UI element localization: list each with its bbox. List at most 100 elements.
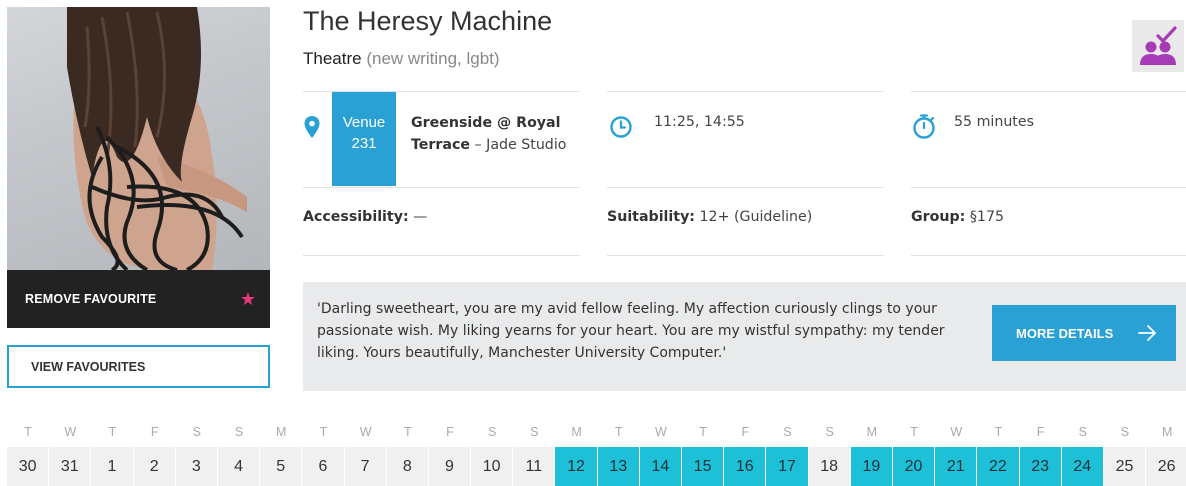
calendar-date: 30 bbox=[7, 447, 50, 486]
venue-number: 231 bbox=[351, 135, 377, 152]
calendar-date: 11 bbox=[513, 447, 556, 486]
calendar-weekday: S bbox=[192, 425, 202, 439]
calendar-date: 26 bbox=[1146, 447, 1186, 486]
calendar-date-performing[interactable]: 16 bbox=[724, 447, 767, 486]
accessibility-label: Accessibility: bbox=[303, 209, 409, 225]
calendar-weekday: S bbox=[234, 425, 244, 439]
calendar-date: 7 bbox=[344, 447, 387, 486]
view-favourites-label: VIEW FAVOURITES bbox=[31, 359, 146, 374]
calendar-date: 5 bbox=[260, 447, 303, 486]
clock-icon bbox=[610, 116, 632, 138]
show-blurb: 'Darling sweetheart, you are my avid fel… bbox=[317, 301, 945, 361]
venue-label: Venue bbox=[342, 114, 386, 131]
calendar-weekday: T bbox=[699, 425, 707, 439]
calendar-date: 2 bbox=[133, 447, 176, 486]
calendar-date: 9 bbox=[428, 447, 472, 486]
calendar-weekday: T bbox=[403, 425, 412, 439]
divider bbox=[911, 91, 1186, 92]
calendar-date-performing[interactable]: 14 bbox=[639, 447, 682, 486]
calendar-date-performing[interactable]: 24 bbox=[1061, 447, 1104, 486]
calendar-weekday: S bbox=[825, 425, 834, 439]
calendar-weekday: S bbox=[487, 425, 497, 439]
suitability-info: Suitability: 12+ (Guideline) bbox=[607, 209, 812, 225]
calendar-weekday: W bbox=[64, 425, 77, 439]
show-photo bbox=[7, 7, 270, 270]
remove-favourite-label: REMOVE FAVOURITE bbox=[25, 292, 157, 306]
divider bbox=[303, 255, 580, 256]
calendar-date-performing[interactable]: 21 bbox=[935, 447, 978, 486]
show-tags: (new writing, lgbt) bbox=[366, 49, 500, 68]
calendar-date: 1 bbox=[91, 447, 134, 486]
divider bbox=[911, 187, 1186, 188]
star-icon: ★ bbox=[239, 289, 256, 309]
calendar-weekday: T bbox=[319, 425, 328, 439]
calendar-weekday: T bbox=[108, 425, 117, 439]
accessibility-info: Accessibility: — bbox=[303, 209, 427, 225]
group-label: Group: bbox=[911, 209, 966, 225]
group-value: §175 bbox=[965, 209, 1005, 225]
calendar-date-performing[interactable]: 17 bbox=[766, 447, 809, 486]
calendar-weekday: T bbox=[994, 425, 1003, 439]
divider bbox=[607, 255, 884, 256]
performance-times: 11:25, 14:55 bbox=[654, 114, 745, 130]
calendar-date: 25 bbox=[1103, 447, 1147, 486]
suitability-value: 12+ (Guideline) bbox=[695, 209, 813, 225]
calendar-date-performing[interactable]: 22 bbox=[977, 447, 1020, 486]
divider bbox=[607, 187, 884, 188]
calendar-weekday: M bbox=[276, 425, 287, 439]
venue-name[interactable]: Greenside @ Royal Terrace – Jade Studio bbox=[411, 112, 591, 156]
calendar-date: 10 bbox=[471, 447, 514, 486]
calendar-weekday: F bbox=[150, 425, 159, 439]
more-details-button[interactable]: MORE DETAILS bbox=[992, 305, 1176, 361]
calendar-date-performing[interactable]: 23 bbox=[1019, 447, 1062, 486]
calendar-weekday: F bbox=[741, 425, 750, 439]
show-duration: 55 minutes bbox=[954, 114, 1034, 130]
calendar-weekday: S bbox=[783, 425, 792, 439]
calendar-weekday: T bbox=[24, 425, 32, 439]
group-check-icon[interactable] bbox=[1132, 20, 1184, 72]
show-genre: Theatre bbox=[303, 49, 362, 68]
group-info: Group: §175 bbox=[911, 209, 1004, 225]
calendar-date-performing[interactable]: 12 bbox=[555, 447, 598, 486]
calendar-date-performing[interactable]: 20 bbox=[892, 447, 936, 486]
calendar-date-performing[interactable]: 15 bbox=[682, 447, 725, 486]
remove-favourite-button[interactable]: REMOVE FAVOURITE ★ bbox=[7, 270, 270, 328]
calendar-date: 6 bbox=[302, 447, 345, 486]
arrow-right-icon bbox=[1138, 325, 1156, 341]
calendar-weekday: W bbox=[655, 425, 667, 439]
calendar-date: 3 bbox=[175, 447, 218, 486]
calendar-date-performing[interactable]: 13 bbox=[597, 447, 640, 486]
show-title: The Heresy Machine bbox=[303, 6, 553, 36]
calendar-weekday: M bbox=[1161, 425, 1173, 439]
calendar-date: 8 bbox=[386, 447, 429, 486]
divider bbox=[303, 187, 580, 188]
calendar-weekday: W bbox=[950, 425, 963, 439]
calendar-date: 31 bbox=[49, 447, 92, 486]
suitability-label: Suitability: bbox=[607, 209, 695, 225]
accessibility-value: — bbox=[408, 209, 428, 225]
calendar-dates: 30 31 1 2 3 4 5 6 7 8 9 10 11 12 13 14 15 16 17 18 19 20 21 22 2… bbox=[7, 447, 1186, 486]
venue-room: – Jade Studio bbox=[470, 137, 567, 153]
stopwatch-icon bbox=[913, 114, 935, 139]
calendar-weekday: M bbox=[866, 425, 878, 439]
calendar-weekday: W bbox=[359, 425, 372, 439]
calendar-weekday: T bbox=[910, 425, 918, 439]
view-favourites-button[interactable]: VIEW FAVOURITES bbox=[7, 345, 270, 388]
map-pin-icon bbox=[304, 116, 320, 138]
calendar-weekday: M bbox=[571, 425, 582, 439]
calendar-weekday: S bbox=[1078, 425, 1087, 439]
calendar-date: 18 bbox=[808, 447, 851, 486]
divider bbox=[607, 91, 884, 92]
divider bbox=[911, 255, 1186, 256]
calendar-date: 4 bbox=[217, 447, 261, 486]
calendar-weekday: S bbox=[1120, 425, 1130, 439]
more-details-label: MORE DETAILS bbox=[1016, 325, 1114, 341]
calendar-weekdays: TWTFSSMTWTFSSMTWTFSSMTWTFSSM bbox=[7, 425, 1186, 443]
calendar-weekday: T bbox=[614, 425, 623, 439]
calendar-date-performing[interactable]: 19 bbox=[850, 447, 893, 486]
calendar-weekday: F bbox=[1036, 425, 1045, 439]
calendar-weekday: S bbox=[530, 425, 539, 439]
calendar-weekday: F bbox=[446, 425, 454, 439]
venue-number-badge: Venue 231 bbox=[332, 92, 396, 186]
show-genre-line: Theatre (new writing, lgbt) bbox=[303, 49, 500, 69]
